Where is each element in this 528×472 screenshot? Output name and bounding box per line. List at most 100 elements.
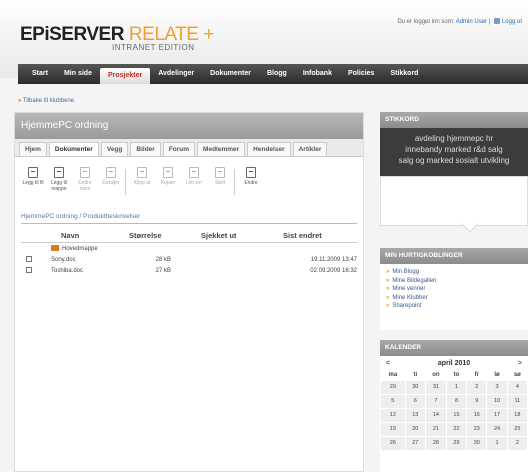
- next-month-button[interactable]: >: [518, 360, 522, 367]
- calendar-day[interactable]: 26: [380, 435, 406, 451]
- calendar-day[interactable]: 3: [486, 379, 508, 395]
- tab-vegg[interactable]: Vegg: [100, 142, 129, 156]
- user-bar: Du er logget inn som: Admin User | Logg …: [397, 18, 522, 25]
- calendar-day[interactable]: 2: [506, 435, 528, 451]
- table-row[interactable]: Toshiba.doc 27 kB 02.09.2009 16:32: [21, 265, 357, 276]
- nav-policies[interactable]: Policies: [340, 64, 382, 84]
- tab-forum[interactable]: Forum: [162, 142, 196, 156]
- calendar-day[interactable]: 1: [445, 379, 468, 395]
- calendar-day[interactable]: 30: [466, 435, 488, 451]
- tab-hjem[interactable]: Hjem: [19, 142, 47, 156]
- rename-icon: [80, 167, 90, 178]
- tab-medlemmer[interactable]: Medlemmer: [197, 142, 246, 156]
- file-name[interactable]: Sony.doc: [51, 257, 129, 263]
- calendar-grid: ma ti on to fr lø sø 29 30 31 1 2 3 4 5 6 7 8 9 10 11 12 13…: [380, 371, 528, 451]
- calendar-day[interactable]: 25: [506, 421, 528, 437]
- tab-dokumenter[interactable]: Dokumenter: [48, 142, 99, 156]
- calendar-day[interactable]: 6: [404, 393, 426, 409]
- rename-button[interactable]: Endre navn: [73, 167, 97, 207]
- nav-min-side[interactable]: Min side: [56, 64, 100, 84]
- cut-button[interactable]: Klipp ut: [130, 167, 154, 207]
- calendar-day[interactable]: 18: [506, 407, 528, 423]
- calendar-day[interactable]: 11: [506, 393, 528, 409]
- tag-line[interactable]: avdeling hjemmepc hr: [415, 134, 493, 143]
- logo[interactable]: EPiSERVER RELATE + INTRANET EDITION: [20, 24, 214, 52]
- calendar-day[interactable]: 27: [404, 435, 426, 451]
- col-checked-out[interactable]: Sjekket ut: [191, 231, 271, 240]
- logout-icon[interactable]: [493, 18, 500, 24]
- back-link[interactable]: » Tilbake til klubbene: [18, 98, 74, 104]
- calendar-day[interactable]: 21: [424, 421, 447, 437]
- user-name-link[interactable]: Admin User: [456, 19, 487, 25]
- row-checkbox[interactable]: [26, 255, 32, 262]
- file-size: 27 kB: [155, 267, 171, 274]
- nav-start[interactable]: Start: [24, 64, 56, 84]
- calendar-day[interactable]: 16: [466, 407, 488, 423]
- nav-prosjekter[interactable]: Prosjekter: [99, 68, 151, 84]
- calendar-day[interactable]: 14: [424, 407, 447, 423]
- breadcrumb[interactable]: HjemmePC ordning / Produktbeskrivelser: [21, 213, 357, 224]
- quicklinks-box: MIN HURTIGKOBLINGER » Min Blogg » Mine Bil…: [380, 248, 528, 330]
- nav-avdelinger[interactable]: Avdelinger: [150, 64, 202, 84]
- quicklink-item[interactable]: » Sharepoint: [386, 302, 522, 311]
- file-name[interactable]: Toshiba.doc: [51, 268, 129, 274]
- calendar-day[interactable]: 24: [486, 421, 508, 437]
- nav-blogg[interactable]: Blogg: [259, 64, 295, 84]
- delete-icon: [215, 167, 225, 178]
- calendar-day[interactable]: 5: [380, 393, 406, 409]
- calendar-day[interactable]: 22: [445, 421, 468, 437]
- calendar-day[interactable]: 28: [424, 435, 447, 451]
- calendar-day[interactable]: 4: [506, 379, 528, 395]
- calendar-day[interactable]: 7: [424, 393, 447, 409]
- edit-button[interactable]: Endre: [239, 167, 263, 207]
- arrow-icon: »: [386, 303, 390, 310]
- nav-dokumenter[interactable]: Dokumenter: [202, 64, 259, 84]
- calendar-day[interactable]: 9: [466, 393, 488, 409]
- parent-folder-row[interactable]: Hovedmappe: [21, 243, 357, 254]
- calendar-day[interactable]: 31: [424, 379, 447, 395]
- quicklink-item[interactable]: » Mine Klubber: [386, 294, 522, 303]
- add-file-button[interactable]: Legg til fil: [21, 167, 45, 207]
- parent-folder-link[interactable]: Hovedmappe: [62, 246, 98, 252]
- calendar-day[interactable]: 20: [404, 421, 426, 437]
- nav-infobank[interactable]: Infobank: [295, 64, 340, 84]
- table-row[interactable]: Sony.doc 28 kB 19.11.2009 13:47: [21, 254, 357, 265]
- logout-link[interactable]: Logg ut: [502, 19, 522, 25]
- calendar-day[interactable]: 29: [445, 435, 468, 451]
- calendar-day[interactable]: 12: [380, 407, 406, 423]
- tab-artikler[interactable]: Artikler: [292, 142, 328, 156]
- speech-bubble: [380, 176, 528, 226]
- calendar-week: 12 13 14 15 16 17 18: [380, 407, 528, 423]
- details-button[interactable]: Detaljer: [99, 167, 123, 207]
- calendar-day[interactable]: 10: [486, 393, 508, 409]
- paste-button[interactable]: Lim inn: [182, 167, 206, 207]
- prev-month-button[interactable]: <: [386, 360, 390, 367]
- calendar-day[interactable]: 17: [486, 407, 508, 423]
- delete-button[interactable]: Slett: [208, 167, 232, 207]
- col-size[interactable]: Størrelse: [129, 231, 191, 240]
- add-folder-button[interactable]: Legg til mappe: [47, 167, 71, 207]
- toolbar-divider: [125, 169, 126, 195]
- tag-line[interactable]: salg og marked sosialt utvikling: [399, 156, 510, 165]
- tag-line[interactable]: innebandy marked r&d salg: [405, 145, 502, 154]
- calendar-day[interactable]: 2: [466, 379, 488, 395]
- copy-button[interactable]: Kopier: [156, 167, 180, 207]
- calendar-day[interactable]: 23: [466, 421, 488, 437]
- calendar-day[interactable]: 1: [486, 435, 508, 451]
- folder-icon: [51, 245, 59, 251]
- calendar-day[interactable]: 19: [380, 421, 406, 437]
- calendar-day[interactable]: 15: [445, 407, 468, 423]
- calendar-day[interactable]: 13: [404, 407, 426, 423]
- nav-stikkord[interactable]: Stikkord: [382, 64, 426, 84]
- quicklink-item[interactable]: » Mine venner: [386, 285, 522, 294]
- calendar-day[interactable]: 8: [445, 393, 468, 409]
- col-modified[interactable]: Sist endret: [271, 231, 357, 240]
- tab-bilder[interactable]: Bilder: [130, 142, 161, 156]
- calendar-day[interactable]: 30: [404, 379, 426, 395]
- quicklink-item[interactable]: » Min Blogg: [386, 268, 522, 277]
- quicklink-item[interactable]: » Mine Bildegalleri: [386, 277, 522, 286]
- calendar-day[interactable]: 29: [380, 379, 406, 395]
- col-name[interactable]: Navn: [51, 231, 129, 240]
- tab-hendelser[interactable]: Hendelser: [247, 142, 291, 156]
- row-checkbox[interactable]: [26, 266, 32, 273]
